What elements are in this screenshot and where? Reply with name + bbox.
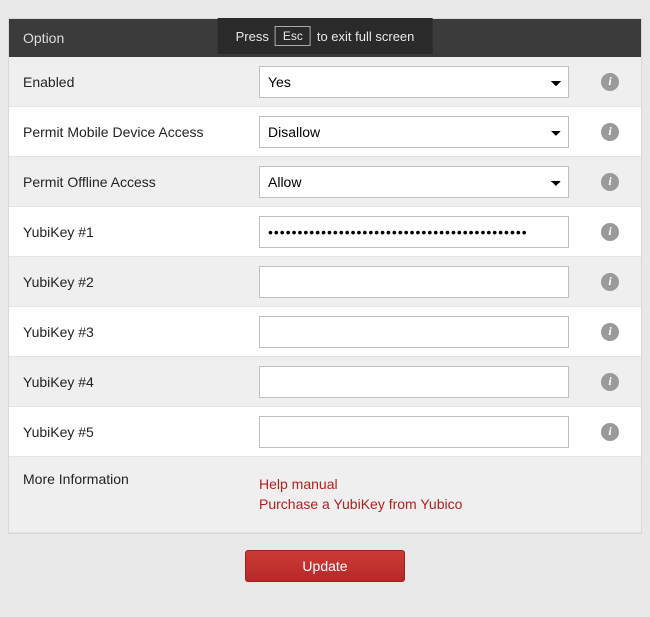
update-button[interactable]: Update bbox=[245, 550, 405, 582]
label-enabled: Enabled bbox=[9, 74, 241, 90]
info-icon[interactable]: i bbox=[601, 373, 619, 391]
info-icon[interactable]: i bbox=[601, 123, 619, 141]
row-permit-offline: Permit Offline Access Allow i bbox=[9, 157, 641, 207]
fullscreen-pre: Press bbox=[236, 29, 269, 44]
fullscreen-hint: Press Esc to exit full screen bbox=[218, 18, 433, 54]
row-yubikey-3: YubiKey #3 i bbox=[9, 307, 641, 357]
enabled-select[interactable]: Yes bbox=[259, 66, 569, 98]
row-enabled: Enabled Yes i bbox=[9, 57, 641, 107]
row-yubikey-1: YubiKey #1 i bbox=[9, 207, 641, 257]
permit-mobile-select[interactable]: Disallow bbox=[259, 116, 569, 148]
label-yubikey-5: YubiKey #5 bbox=[9, 424, 241, 440]
help-manual-link[interactable]: Help manual bbox=[259, 475, 583, 495]
button-bar: Update bbox=[0, 534, 650, 598]
label-yubikey-2: YubiKey #2 bbox=[9, 274, 241, 290]
info-icon[interactable]: i bbox=[601, 73, 619, 91]
yubikey-2-input[interactable] bbox=[259, 266, 569, 298]
row-permit-mobile: Permit Mobile Device Access Disallow i bbox=[9, 107, 641, 157]
label-yubikey-1: YubiKey #1 bbox=[9, 224, 241, 240]
yubikey-4-input[interactable] bbox=[259, 366, 569, 398]
row-yubikey-5: YubiKey #5 i bbox=[9, 407, 641, 457]
row-yubikey-2: YubiKey #2 i bbox=[9, 257, 641, 307]
label-yubikey-3: YubiKey #3 bbox=[9, 324, 241, 340]
yubikey-1-input[interactable] bbox=[259, 216, 569, 248]
label-permit-mobile: Permit Mobile Device Access bbox=[9, 124, 241, 140]
permit-offline-select[interactable]: Allow bbox=[259, 166, 569, 198]
header-option: Option bbox=[9, 30, 241, 46]
purchase-yubikey-link[interactable]: Purchase a YubiKey from Yubico bbox=[259, 495, 583, 515]
row-yubikey-4: YubiKey #4 i bbox=[9, 357, 641, 407]
info-icon[interactable]: i bbox=[601, 223, 619, 241]
label-more-information: More Information bbox=[9, 467, 241, 487]
label-permit-offline: Permit Offline Access bbox=[9, 174, 241, 190]
row-more-information: More Information Help manual Purchase a … bbox=[9, 457, 641, 533]
yubikey-5-input[interactable] bbox=[259, 416, 569, 448]
settings-panel: Option Value Enabled Yes i Permit Mobile… bbox=[8, 18, 642, 534]
label-yubikey-4: YubiKey #4 bbox=[9, 374, 241, 390]
info-icon[interactable]: i bbox=[601, 173, 619, 191]
fullscreen-post: to exit full screen bbox=[317, 29, 415, 44]
esc-key-icon: Esc bbox=[275, 26, 311, 46]
yubikey-3-input[interactable] bbox=[259, 316, 569, 348]
info-icon[interactable]: i bbox=[601, 423, 619, 441]
info-icon[interactable]: i bbox=[601, 273, 619, 291]
info-icon[interactable]: i bbox=[601, 323, 619, 341]
